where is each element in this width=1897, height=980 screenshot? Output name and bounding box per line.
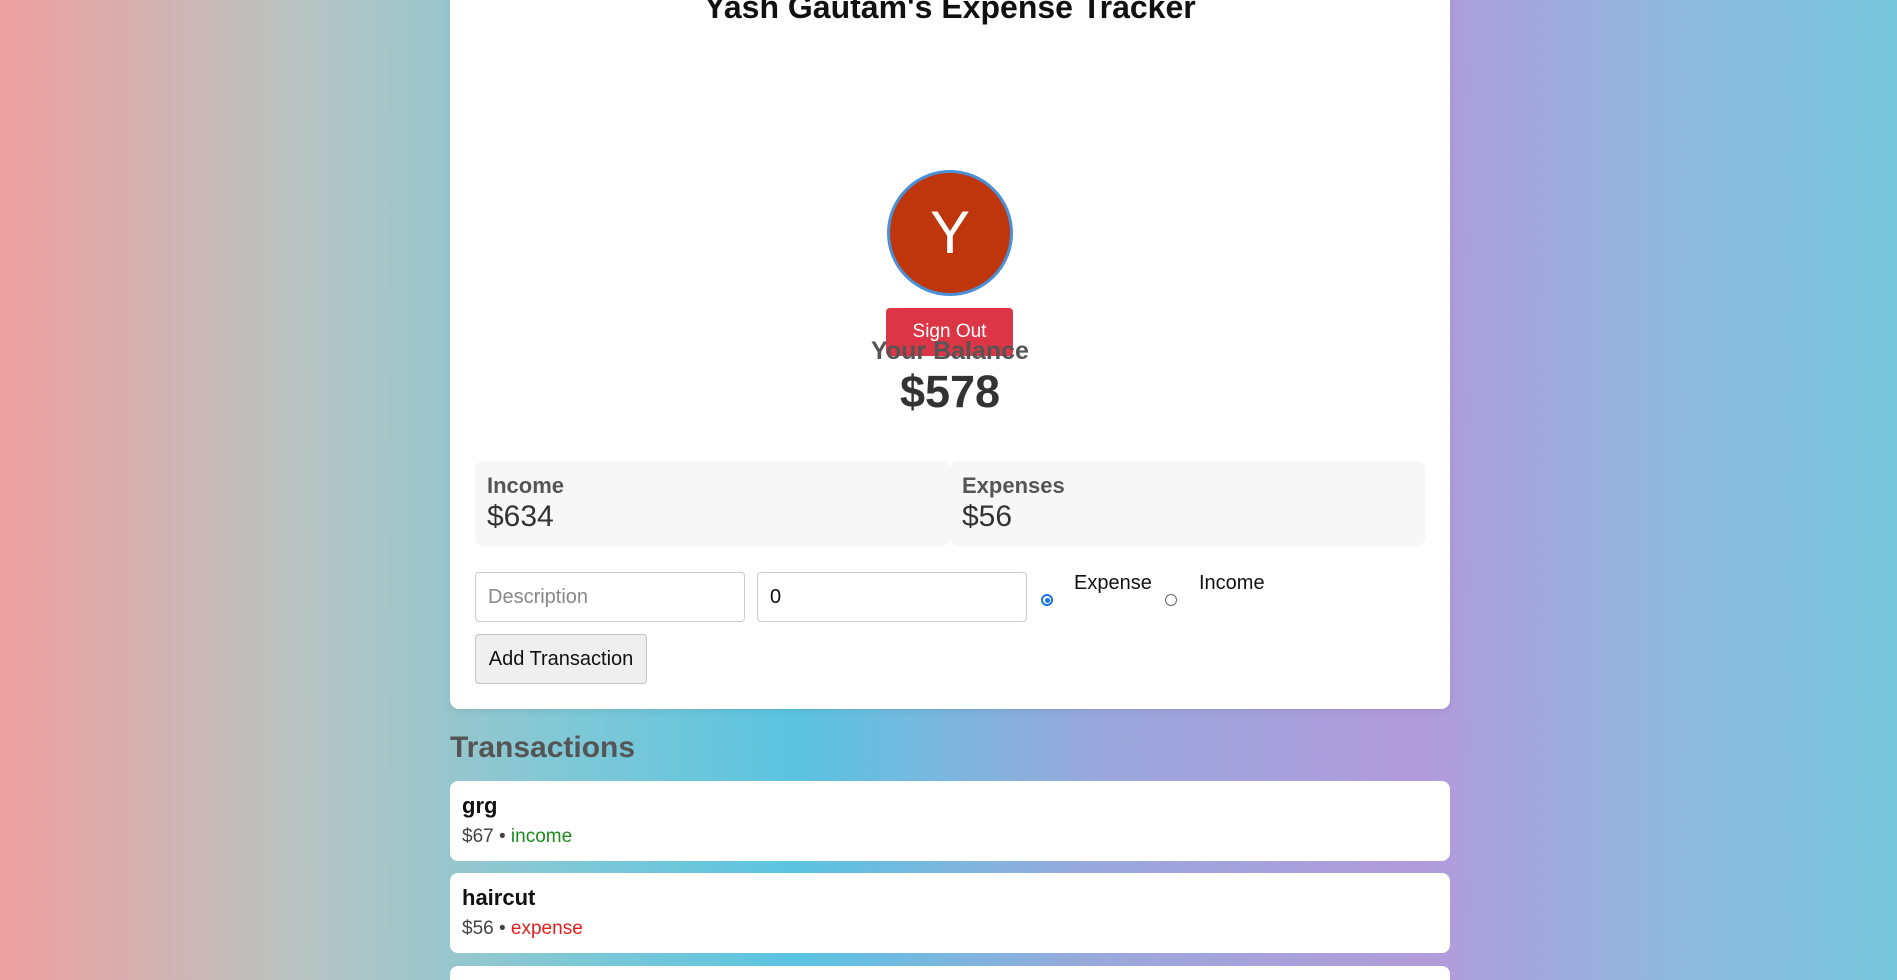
app-title: Yash Gautam's Expense Tracker (704, 0, 1196, 25)
transaction-type: expense (510, 918, 583, 939)
income-value: $634 (487, 500, 554, 533)
transaction-separator: • (498, 826, 506, 847)
transaction-description: haircut (462, 885, 536, 910)
transaction-amount: $67 (462, 826, 494, 847)
income-summary-box: Income $634 (475, 461, 950, 546)
amount-input[interactable] (757, 572, 1027, 622)
transaction-separator: • (498, 918, 506, 939)
income-label: Income (487, 473, 565, 498)
transaction-item: haircut $56 • expense (450, 873, 1450, 953)
description-input[interactable] (475, 572, 745, 622)
expense-radio-label[interactable]: Expense (1074, 572, 1152, 595)
transaction-amount: $56 (462, 918, 494, 939)
transactions-heading: Transactions (450, 731, 636, 764)
user-avatar: Y (887, 170, 1013, 296)
transaction-meta: $56 • expense (462, 918, 583, 940)
transaction-item: grg $67 • income (450, 781, 1450, 861)
transaction-type: income (510, 826, 573, 847)
transaction-item (450, 966, 1450, 980)
expenses-summary-box: Expenses $56 (950, 461, 1425, 546)
expense-radio[interactable] (1041, 594, 1053, 606)
income-radio[interactable] (1165, 594, 1177, 606)
add-transaction-button[interactable]: Add Transaction (475, 634, 647, 684)
transaction-meta: $67 • income (462, 826, 572, 848)
balance-label: Your Balance (871, 337, 1029, 365)
balance-value: $578 (899, 366, 1001, 417)
expenses-value: $56 (962, 500, 1013, 533)
transaction-description: grg (462, 793, 498, 818)
expense-tracker-card: Yash Gautam's Expense Tracker Y Sign Out… (450, 0, 1450, 709)
income-radio-label[interactable]: Income (1199, 572, 1265, 595)
expenses-label: Expenses (962, 473, 1065, 498)
